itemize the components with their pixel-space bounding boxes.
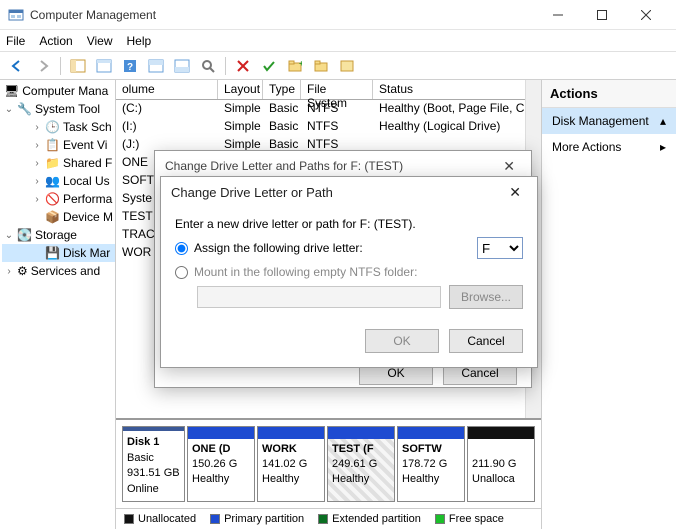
- menu-view[interactable]: View: [87, 34, 113, 48]
- action-disk-management[interactable]: Disk Management▴: [542, 108, 676, 134]
- disk-size: 931.51 GB: [127, 467, 180, 479]
- col-layout[interactable]: Layout: [218, 80, 263, 99]
- disk-icon: 💾: [45, 246, 60, 260]
- tree-disk-management[interactable]: 💾Disk Mar: [2, 244, 115, 262]
- properties-button[interactable]: [93, 55, 115, 77]
- tree-system-tools[interactable]: ⌄🔧System Tool: [2, 100, 115, 118]
- close-button[interactable]: [624, 0, 668, 30]
- actions-header: Actions: [542, 80, 676, 108]
- clock-icon: 🕒: [45, 120, 60, 134]
- device-icon: 📦: [45, 210, 60, 224]
- menu-file[interactable]: File: [6, 34, 25, 48]
- disk-status: Online: [127, 483, 159, 495]
- window-title: Computer Management: [30, 8, 536, 22]
- back-button[interactable]: [6, 55, 28, 77]
- partition-block[interactable]: TEST (F249.61 GHealthy: [327, 426, 395, 502]
- chevron-right-icon: ▸: [660, 140, 666, 154]
- radio-assign-label: Assign the following drive letter:: [194, 241, 363, 255]
- action-icon-button[interactable]: [336, 55, 358, 77]
- tree-storage[interactable]: ⌄💽Storage: [2, 226, 115, 244]
- disk-type: Basic: [127, 452, 154, 464]
- window-titlebar: Computer Management: [0, 0, 676, 30]
- new-folder-button[interactable]: +: [284, 55, 306, 77]
- find-button[interactable]: [197, 55, 219, 77]
- radio-mount-label: Mount in the following empty NTFS folder…: [194, 265, 417, 279]
- tree-services[interactable]: ›⚙Services and: [2, 262, 115, 280]
- dialog-prompt: Enter a new drive letter or path for F: …: [175, 217, 523, 231]
- perf-icon: 🚫: [45, 192, 60, 206]
- partition-block[interactable]: WORK141.02 GHealthy: [257, 426, 325, 502]
- partition-block[interactable]: ONE (D150.26 GHealthy: [187, 426, 255, 502]
- tree-shared-folders[interactable]: ›📁Shared F: [2, 154, 115, 172]
- forward-button[interactable]: [32, 55, 54, 77]
- col-filesystem[interactable]: File System: [301, 80, 373, 99]
- change-letter-dialog: Change Drive Letter or Path ✕ Enter a ne…: [160, 176, 538, 368]
- menu-action[interactable]: Action: [39, 34, 72, 48]
- inner-dialog-title: Change Drive Letter or Path: [171, 185, 333, 200]
- toolbar: ? +: [0, 52, 676, 80]
- volume-row[interactable]: (I:)SimpleBasicNTFSHealthy (Logical Driv…: [116, 118, 541, 136]
- legend-item: Primary partition: [210, 513, 304, 525]
- actions-pane: Actions Disk Management▴ More Actions▸: [542, 80, 676, 529]
- svg-text:?: ?: [127, 62, 133, 73]
- view-top-button[interactable]: [145, 55, 167, 77]
- collapse-icon: ▴: [660, 114, 666, 128]
- tree-device-manager[interactable]: 📦Device M: [2, 208, 115, 226]
- tree-performance[interactable]: ›🚫Performa: [2, 190, 115, 208]
- inner-cancel-button[interactable]: Cancel: [449, 329, 523, 353]
- col-volume[interactable]: olume: [116, 80, 218, 99]
- tree-event-viewer[interactable]: ›📋Event Vi: [2, 136, 115, 154]
- tree-root[interactable]: 🖥Computer Mana: [2, 82, 115, 100]
- nav-tree[interactable]: 🖥Computer Mana ⌄🔧System Tool ›🕒Task Sch …: [0, 80, 116, 529]
- folder-icon: 📁: [45, 156, 60, 170]
- menubar: File Action View Help: [0, 30, 676, 52]
- col-type[interactable]: Type: [263, 80, 301, 99]
- storage-icon: 💽: [17, 228, 32, 242]
- radio-assign-input[interactable]: [175, 242, 188, 255]
- tools-icon: 🔧: [17, 102, 32, 116]
- mount-path-input[interactable]: [197, 286, 441, 308]
- tree-task-scheduler[interactable]: ›🕒Task Sch: [2, 118, 115, 136]
- partition-block[interactable]: SOFTW178.72 GHealthy: [397, 426, 465, 502]
- legend-item: Free space: [435, 513, 504, 525]
- legend-item: Extended partition: [318, 513, 421, 525]
- help-button[interactable]: ?: [119, 55, 141, 77]
- inner-ok-button[interactable]: OK: [365, 329, 439, 353]
- show-hide-tree-button[interactable]: [67, 55, 89, 77]
- check-button[interactable]: [258, 55, 280, 77]
- volume-table-header: olume Layout Type File System Status: [116, 80, 541, 100]
- inner-dialog-titlebar[interactable]: Change Drive Letter or Path ✕: [161, 177, 537, 207]
- minimize-button[interactable]: [536, 0, 580, 30]
- drive-letter-select[interactable]: F: [477, 237, 523, 259]
- users-icon: 👥: [45, 174, 60, 188]
- svg-text:+: +: [299, 60, 302, 68]
- folder-button[interactable]: [310, 55, 332, 77]
- delete-button[interactable]: [232, 55, 254, 77]
- dialog-title: Change Drive Letter and Paths for F: (TE…: [165, 159, 403, 173]
- inner-dialog-close-button[interactable]: ✕: [503, 182, 527, 203]
- event-icon: 📋: [45, 138, 60, 152]
- disk-graphical-view: Disk 1 Basic 931.51 GB Online ONE (D150.…: [116, 418, 541, 508]
- legend-item: Unallocated: [124, 513, 196, 525]
- browse-button[interactable]: Browse...: [449, 285, 523, 309]
- app-icon: [8, 7, 24, 23]
- tree-local-users[interactable]: ›👥Local Us: [2, 172, 115, 190]
- action-more-actions[interactable]: More Actions▸: [542, 134, 676, 160]
- legend: Unallocated Primary partition Extended par…: [116, 508, 541, 529]
- view-bottom-button[interactable]: [171, 55, 193, 77]
- radio-mount-input[interactable]: [175, 266, 188, 279]
- disk-name: Disk 1: [127, 436, 159, 448]
- radio-mount-folder[interactable]: Mount in the following empty NTFS folder…: [175, 265, 523, 279]
- partition-block[interactable]: 211.90 GUnalloca: [467, 426, 535, 502]
- gear-icon: ⚙: [17, 264, 28, 278]
- dialog-close-button[interactable]: ✕: [497, 156, 521, 177]
- disk-header[interactable]: Disk 1 Basic 931.51 GB Online: [122, 426, 185, 502]
- menu-help[interactable]: Help: [127, 34, 152, 48]
- computer-icon: 🖥: [4, 84, 19, 98]
- volume-row[interactable]: (C:)SimpleBasicNTFSHealthy (Boot, Page F…: [116, 100, 541, 118]
- radio-assign-letter[interactable]: Assign the following drive letter: F: [175, 237, 523, 259]
- maximize-button[interactable]: [580, 0, 624, 30]
- col-status[interactable]: Status: [373, 80, 541, 99]
